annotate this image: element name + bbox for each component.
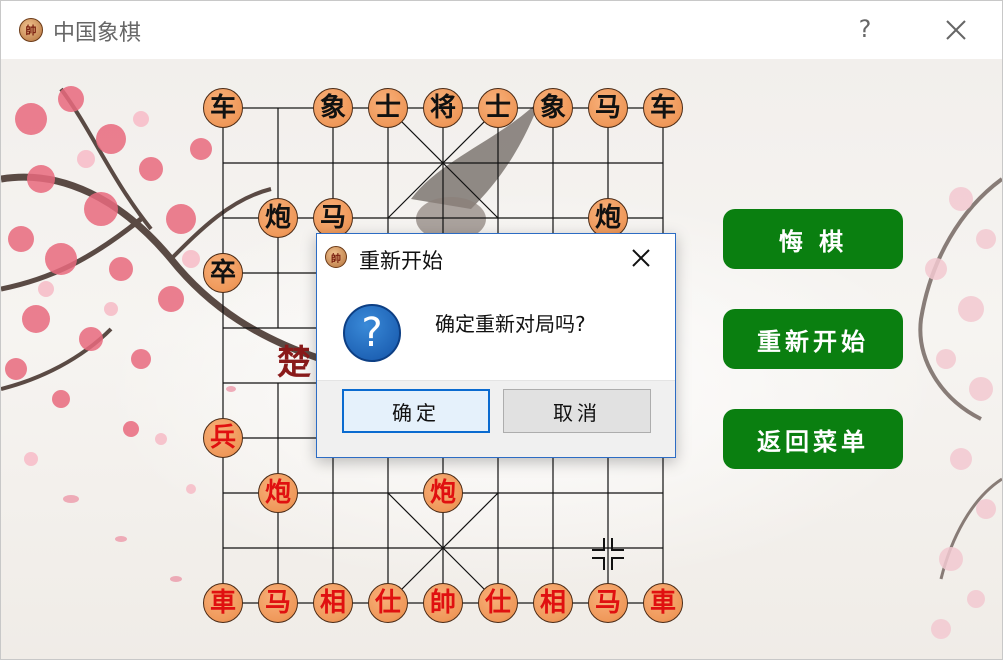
close-icon bbox=[632, 249, 650, 267]
black-piece[interactable]: 士 bbox=[478, 88, 518, 128]
red-piece[interactable]: 相 bbox=[313, 583, 353, 623]
dialog-footer: 确定 取消 bbox=[317, 380, 675, 457]
undo-button[interactable]: 悔 棋 bbox=[723, 209, 903, 269]
move-cursor-icon bbox=[592, 538, 624, 570]
cancel-button[interactable]: 取消 bbox=[503, 389, 651, 433]
red-piece[interactable]: 兵 bbox=[203, 418, 243, 458]
black-piece[interactable]: 炮 bbox=[588, 198, 628, 238]
title-bar[interactable]: 帥 中国象棋 ? bbox=[1, 1, 1002, 59]
red-piece[interactable]: 仕 bbox=[478, 583, 518, 623]
back-to-menu-button[interactable]: 返回菜单 bbox=[723, 409, 903, 469]
red-piece[interactable]: 車 bbox=[203, 583, 243, 623]
black-piece[interactable]: 车 bbox=[203, 88, 243, 128]
black-piece[interactable]: 卒 bbox=[203, 253, 243, 293]
black-piece[interactable]: 马 bbox=[588, 88, 628, 128]
app-icon: 帥 bbox=[19, 18, 43, 42]
dialog-title: 重新开始 bbox=[359, 249, 443, 273]
ok-button[interactable]: 确定 bbox=[342, 389, 490, 433]
red-piece[interactable]: 相 bbox=[533, 583, 573, 623]
restart-button[interactable]: 重新开始 bbox=[723, 309, 903, 369]
red-piece[interactable]: 炮 bbox=[423, 473, 463, 513]
red-piece[interactable]: 帥 bbox=[423, 583, 463, 623]
app-window: 帥 中国象棋 ? 楚 车 象 士 将 士 象 马 车 炮 马 炮 卒 兵 炮 炮… bbox=[0, 0, 1003, 660]
black-piece[interactable]: 象 bbox=[533, 88, 573, 128]
red-piece[interactable]: 炮 bbox=[258, 473, 298, 513]
dialog-app-icon: 帥 bbox=[325, 246, 347, 268]
black-piece[interactable]: 象 bbox=[313, 88, 353, 128]
red-piece[interactable]: 马 bbox=[258, 583, 298, 623]
river-label-left: 楚 bbox=[277, 343, 311, 383]
black-piece[interactable]: 士 bbox=[368, 88, 408, 128]
black-piece[interactable]: 炮 bbox=[258, 198, 298, 238]
close-icon bbox=[946, 20, 966, 40]
app-icon-glyph: 帥 bbox=[25, 24, 37, 37]
help-button[interactable]: ? bbox=[852, 11, 878, 47]
dialog-title-bar[interactable]: 帥 重新开始 bbox=[317, 234, 675, 280]
black-piece[interactable]: 车 bbox=[643, 88, 683, 128]
red-piece[interactable]: 马 bbox=[588, 583, 628, 623]
red-piece[interactable]: 仕 bbox=[368, 583, 408, 623]
dialog-message: 确定重新对局吗? bbox=[435, 312, 586, 336]
close-button[interactable] bbox=[939, 13, 973, 47]
dialog-close-button[interactable] bbox=[627, 244, 655, 272]
question-icon: ? bbox=[343, 304, 401, 362]
dialog-icon-glyph: 帥 bbox=[331, 253, 341, 265]
black-piece[interactable]: 将 bbox=[423, 88, 463, 128]
restart-confirm-dialog: 帥 重新开始 ? 确定重新对局吗? 确定 取消 bbox=[316, 233, 676, 458]
window-title: 中国象棋 bbox=[53, 21, 142, 46]
dialog-body: ? 确定重新对局吗? bbox=[317, 280, 675, 380]
black-piece[interactable]: 马 bbox=[313, 198, 353, 238]
red-piece[interactable]: 車 bbox=[643, 583, 683, 623]
